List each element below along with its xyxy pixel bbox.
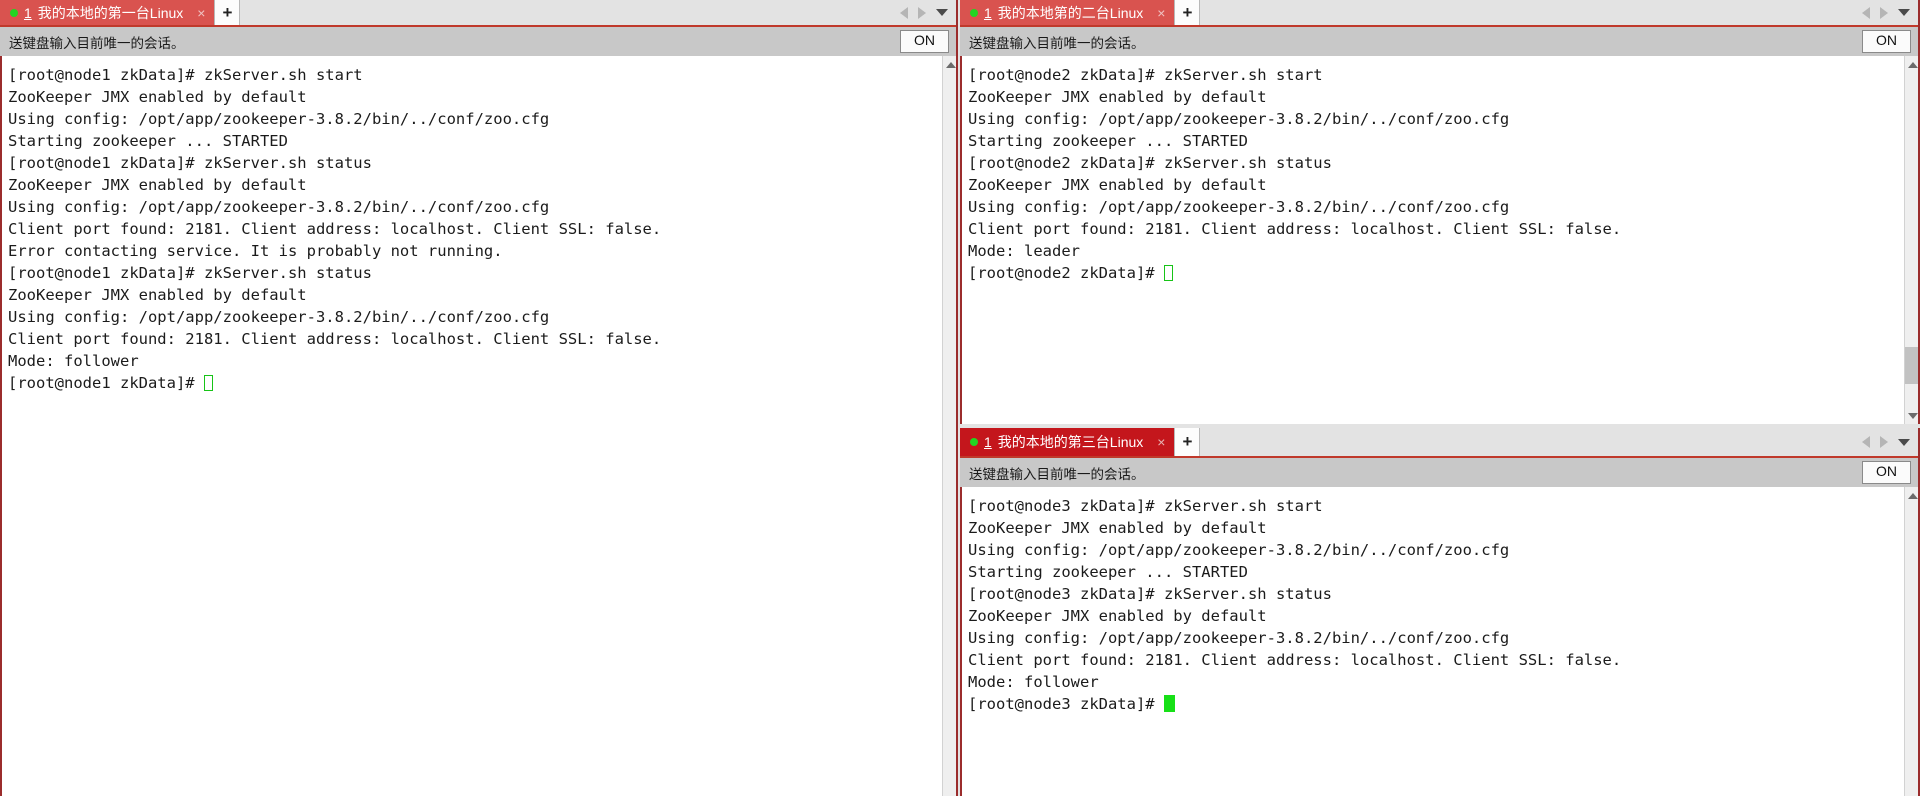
pane-1-tabstrip: 1 我的本地的第一台Linux × + — [0, 0, 958, 25]
terminal-line: [root@node1 zkData]# zkServer.sh status — [8, 264, 372, 282]
pane-1-tab-nav — [900, 0, 958, 25]
terminal-line: ZooKeeper JMX enabled by default — [968, 88, 1267, 106]
pane-2-tabstrip: 1 我的本地第的二台Linux × + — [960, 0, 1920, 25]
pane-3-broadcast-label: 送键盘输入目前唯一的会话。 — [969, 466, 1145, 482]
pane-2-terminal-output[interactable]: [root@node2 zkData]# zkServer.sh start Zo… — [962, 56, 1904, 424]
pane-1: 1 我的本地的第一台Linux × + 送键盘输入目前唯一的会话。 ON [ro… — [0, 0, 958, 796]
terminal-line: Client port found: 2181. Client address:… — [8, 330, 662, 348]
pane-1-accent-edge — [956, 0, 958, 796]
session-active-dot — [10, 8, 18, 17]
terminal-prompt-line: [root@node3 zkData]# — [968, 693, 1904, 715]
prev-tab-arrow-icon[interactable] — [1862, 436, 1870, 448]
next-tab-arrow-icon[interactable] — [1880, 6, 1888, 19]
pane-1-tab-number: 1 — [24, 4, 32, 21]
pane-3-terminal-area: [root@node3 zkData]# zkServer.sh start Zo… — [960, 487, 1920, 796]
terminal-line: Using config: /opt/app/zookeeper-3.8.2/b… — [968, 629, 1510, 647]
pane-3: 1 我的本地的第三台Linux × + 送键盘输入目前唯一的会话。 ON [ro… — [960, 428, 1920, 796]
pane-3-tab-label: 我的本地的第三台Linux — [997, 434, 1144, 450]
pane-2-tab-number: 1 — [984, 4, 992, 21]
pane-1-new-tab-button[interactable]: + — [214, 0, 241, 25]
terminal-line: Client port found: 2181. Client address:… — [968, 220, 1622, 238]
terminal-line: ZooKeeper JMX enabled by default — [8, 286, 307, 304]
terminal-line: Using config: /opt/app/zookeeper-3.8.2/b… — [968, 110, 1510, 128]
terminal-line: ZooKeeper JMX enabled by default — [8, 176, 307, 194]
session-active-dot — [970, 8, 978, 17]
pane-2-broadcast-toggle[interactable]: ON — [1862, 30, 1911, 53]
terminal-line: [root@node2 zkData]# zkServer.sh status — [968, 154, 1332, 172]
terminal-line: Mode: follower — [8, 352, 139, 370]
terminal-line: ZooKeeper JMX enabled by default — [8, 88, 307, 106]
pane-2-new-tab-button[interactable]: + — [1174, 0, 1201, 25]
terminal-cursor — [203, 375, 213, 391]
close-icon[interactable]: × — [1157, 435, 1165, 449]
chevron-down-icon — [1907, 412, 1918, 419]
chevron-up-icon — [1907, 492, 1918, 499]
terminal-line: Starting zookeeper ... STARTED — [968, 132, 1248, 150]
terminal-line: ZooKeeper JMX enabled by default — [968, 176, 1267, 194]
pane-3-new-tab-button[interactable]: + — [1174, 428, 1201, 456]
terminal-prompt-line: [root@node2 zkData]# — [968, 262, 1904, 284]
pane-3-tabstrip: 1 我的本地的第三台Linux × + — [960, 428, 1920, 456]
terminal-cursor — [1163, 265, 1173, 281]
next-tab-arrow-icon[interactable] — [918, 6, 926, 19]
pane-3-tab[interactable]: 1 我的本地的第三台Linux × — [960, 428, 1175, 456]
pane-1-tab[interactable]: 1 我的本地的第一台Linux × — [0, 0, 215, 25]
chevron-up-icon — [1907, 61, 1918, 68]
prev-tab-arrow-icon[interactable] — [1862, 6, 1870, 19]
pane-1-terminal-area: [root@node1 zkData]# zkServer.sh start Zo… — [0, 56, 958, 796]
terminal-line: Using config: /opt/app/zookeeper-3.8.2/b… — [968, 198, 1510, 216]
terminal-line: [root@node2 zkData]# zkServer.sh start — [968, 66, 1323, 84]
pane-1-tab-label: 我的本地的第一台Linux — [37, 4, 184, 21]
pane-1-broadcast-toggle[interactable]: ON — [900, 30, 949, 53]
next-tab-arrow-icon[interactable] — [1880, 436, 1888, 448]
chevron-down-icon[interactable] — [936, 9, 948, 16]
pane-3-tab-nav — [1862, 428, 1920, 456]
terminal-line: [root@node1 zkData]# zkServer.sh start — [8, 66, 363, 84]
terminal-line: Mode: leader — [968, 242, 1080, 260]
terminal-line: Error contacting service. It is probably… — [8, 242, 503, 260]
pane-2-broadcast-label: 送键盘输入目前唯一的会话。 — [969, 35, 1145, 51]
pane-3-toolbar: 送键盘输入目前唯一的会话。 ON — [960, 456, 1920, 487]
terminal-line: Starting zookeeper ... STARTED — [8, 132, 288, 150]
pane-1-terminal-output[interactable]: [root@node1 zkData]# zkServer.sh start Zo… — [2, 56, 942, 796]
terminal-line: Using config: /opt/app/zookeeper-3.8.2/b… — [8, 308, 550, 326]
chevron-down-icon[interactable] — [1898, 9, 1910, 16]
pane-1-toolbar: 送键盘输入目前唯一的会话。 ON — [0, 25, 958, 56]
pane-2-terminal-area: [root@node2 zkData]# zkServer.sh start Zo… — [960, 56, 1920, 424]
terminal-prompt-line: [root@node1 zkData]# — [8, 372, 942, 394]
terminal-line: [root@node1 zkData]# zkServer.sh status — [8, 154, 372, 172]
pane-3-tab-number: 1 — [984, 434, 992, 450]
terminal-line: [root@node3 zkData]# zkServer.sh start — [968, 497, 1323, 515]
close-icon[interactable]: × — [197, 6, 205, 20]
pane-2: 1 我的本地第的二台Linux × + 送键盘输入目前唯一的会话。 ON [ro… — [960, 0, 1920, 424]
pane-3-broadcast-toggle[interactable]: ON — [1862, 461, 1911, 484]
terminal-cursor — [1163, 695, 1175, 712]
terminal-multiplexer-window: 1 我的本地的第一台Linux × + 送键盘输入目前唯一的会话。 ON [ro… — [0, 0, 1920, 796]
pane-2-toolbar: 送键盘输入目前唯一的会话。 ON — [960, 25, 1920, 56]
chevron-down-icon[interactable] — [1898, 438, 1910, 446]
terminal-line: ZooKeeper JMX enabled by default — [968, 519, 1267, 537]
pane-3-terminal-output[interactable]: [root@node3 zkData]# zkServer.sh start Zo… — [962, 487, 1904, 796]
pane-3-tabstrip-filler — [1200, 428, 1862, 456]
prev-tab-arrow-icon[interactable] — [900, 6, 908, 19]
pane-2-tab[interactable]: 1 我的本地第的二台Linux × — [960, 0, 1175, 25]
terminal-line: Client port found: 2181. Client address:… — [968, 651, 1622, 669]
terminal-line: Using config: /opt/app/zookeeper-3.8.2/b… — [8, 198, 550, 216]
pane-2-tab-label: 我的本地第的二台Linux — [997, 4, 1144, 21]
close-icon[interactable]: × — [1157, 6, 1165, 20]
terminal-line: ZooKeeper JMX enabled by default — [968, 607, 1267, 625]
terminal-line: [root@node3 zkData]# zkServer.sh status — [968, 585, 1332, 603]
terminal-line: Mode: follower — [968, 673, 1099, 691]
pane-1-tabstrip-filler — [240, 0, 900, 25]
chevron-up-icon — [945, 61, 956, 68]
terminal-line: Starting zookeeper ... STARTED — [968, 563, 1248, 581]
pane-2-tab-nav — [1862, 0, 1920, 25]
terminal-line: Using config: /opt/app/zookeeper-3.8.2/b… — [8, 110, 550, 128]
session-active-dot — [970, 438, 978, 446]
terminal-line: Client port found: 2181. Client address:… — [8, 220, 662, 238]
terminal-line: Using config: /opt/app/zookeeper-3.8.2/b… — [968, 541, 1510, 559]
pane-2-tabstrip-filler — [1200, 0, 1862, 25]
pane-1-broadcast-label: 送键盘输入目前唯一的会话。 — [9, 35, 185, 51]
